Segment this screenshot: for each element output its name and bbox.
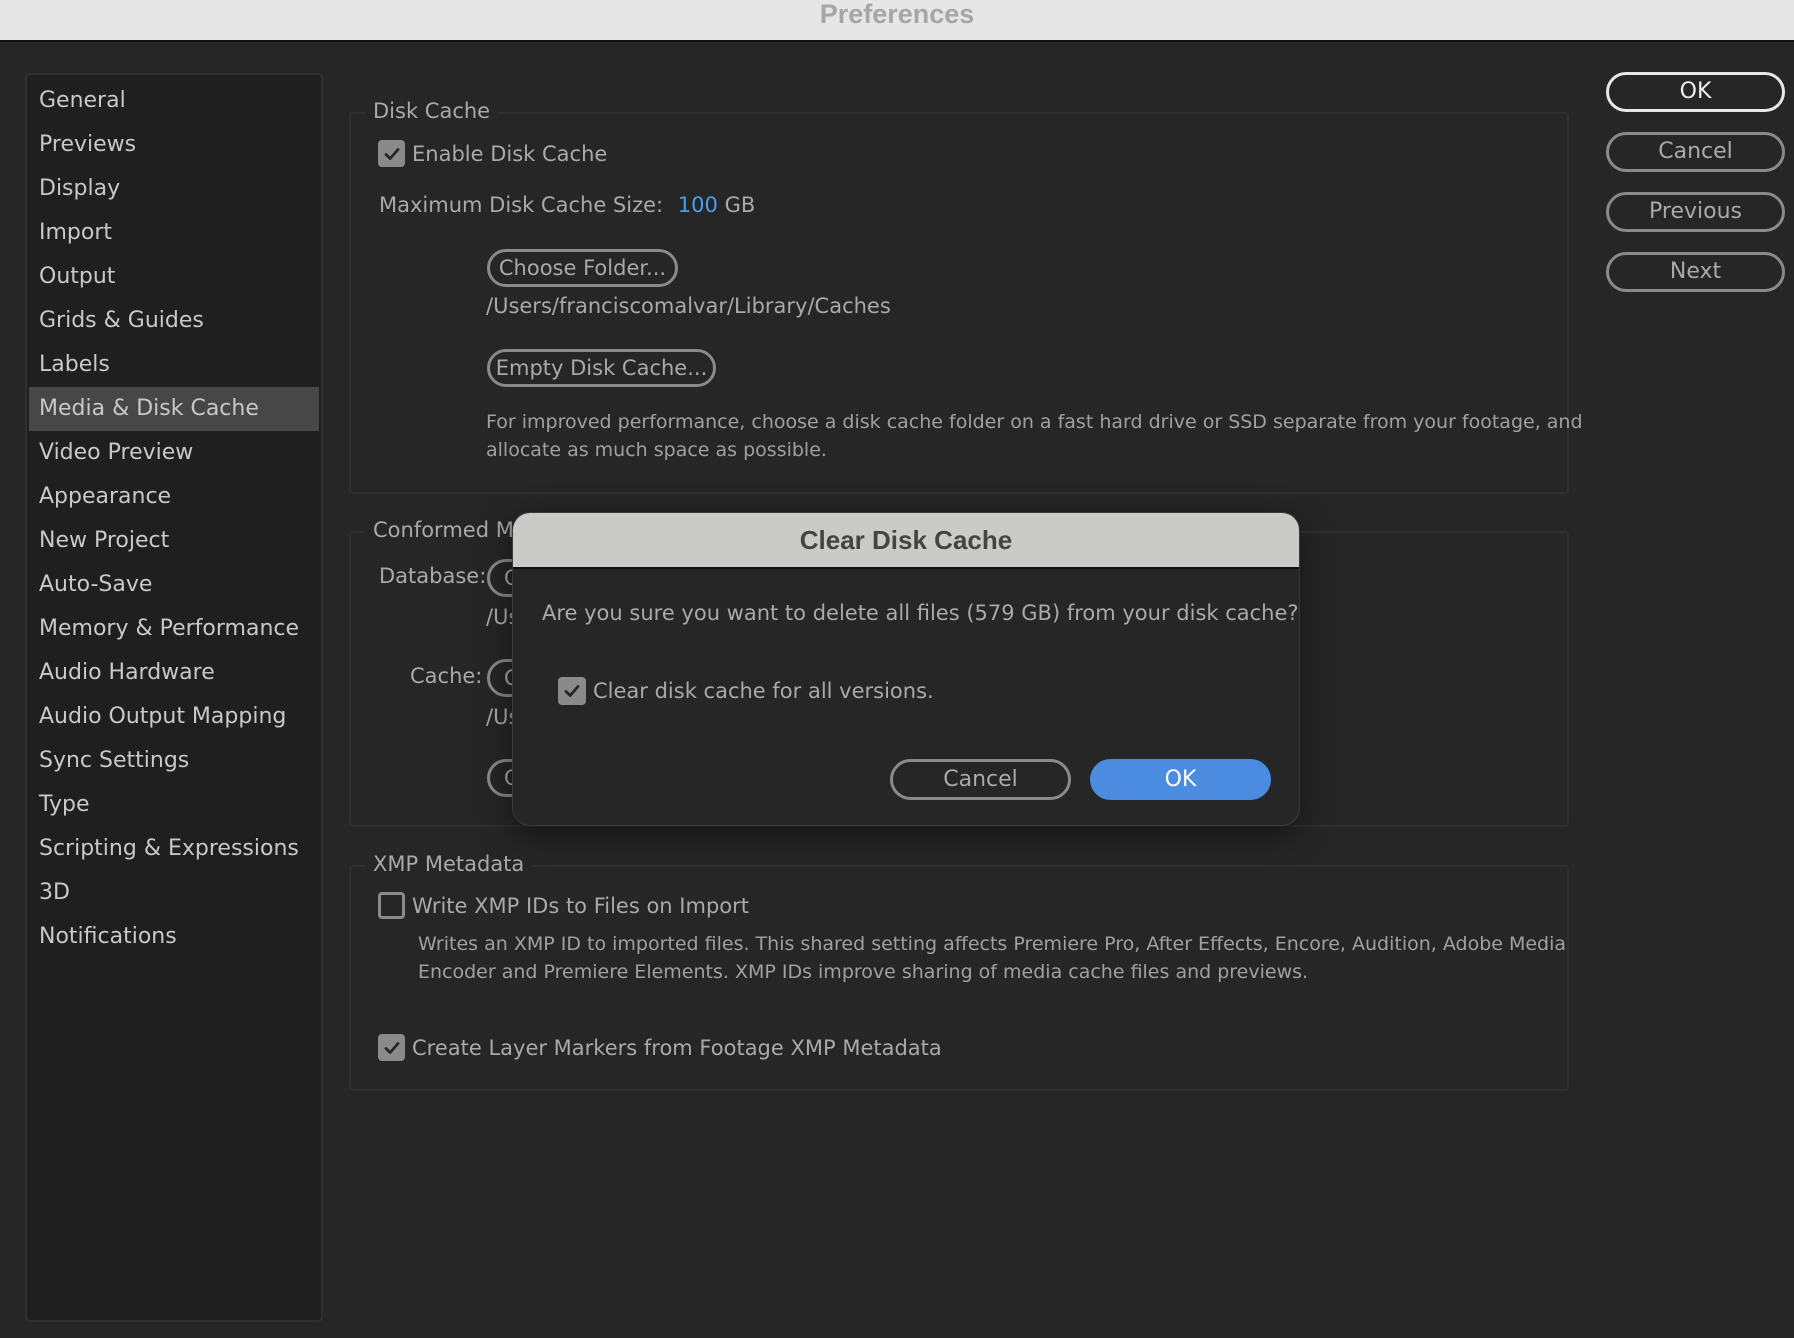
- sidebar-item-media-disk-cache[interactable]: Media & Disk Cache: [29, 387, 319, 431]
- sidebar-item-notifications[interactable]: Notifications: [29, 915, 319, 959]
- max-disk-cache-size-row: Maximum Disk Cache Size: 100 GB: [379, 193, 755, 217]
- dialog-message: Are you sure you want to delete all file…: [542, 601, 1299, 625]
- sidebar-item-type[interactable]: Type: [29, 783, 319, 827]
- create-layer-markers-label: Create Layer Markers from Footage XMP Me…: [412, 1035, 942, 1060]
- next-button[interactable]: Next: [1606, 252, 1785, 292]
- sidebar-item-import[interactable]: Import: [29, 211, 319, 255]
- sidebar-item-new-project[interactable]: New Project: [29, 519, 319, 563]
- preferences-sidebar: General Previews Display Import Output G…: [25, 73, 323, 1322]
- sidebar-item-labels[interactable]: Labels: [29, 343, 319, 387]
- sidebar-item-appearance[interactable]: Appearance: [29, 475, 319, 519]
- sidebar-item-video-preview[interactable]: Video Preview: [29, 431, 319, 475]
- conformed-media-legend: Conformed Me: [365, 515, 535, 545]
- window-title: Preferences: [819, 0, 975, 29]
- empty-disk-cache-button[interactable]: Empty Disk Cache...: [487, 349, 716, 387]
- enable-disk-cache-label: Enable Disk Cache: [412, 141, 608, 166]
- sidebar-item-general[interactable]: General: [29, 79, 319, 123]
- write-xmp-ids-label: Write XMP IDs to Files on Import: [412, 893, 749, 918]
- enable-disk-cache-checkbox[interactable]: Enable Disk Cache: [378, 140, 607, 167]
- sidebar-item-memory-performance[interactable]: Memory & Performance: [29, 607, 319, 651]
- disk-cache-legend: Disk Cache: [365, 96, 499, 126]
- choose-folder-button[interactable]: Choose Folder...: [487, 249, 678, 287]
- sidebar-item-display[interactable]: Display: [29, 167, 319, 211]
- checkbox-unchecked-icon: [378, 892, 405, 919]
- max-disk-cache-size-unit: GB: [724, 193, 756, 217]
- clear-all-versions-checkbox[interactable]: Clear disk cache for all versions.: [558, 677, 934, 705]
- sidebar-item-audio-hardware[interactable]: Audio Hardware: [29, 651, 319, 695]
- clear-all-versions-label: Clear disk cache for all versions.: [593, 679, 934, 703]
- sidebar-item-sync-settings[interactable]: Sync Settings: [29, 739, 319, 783]
- sidebar-item-auto-save[interactable]: Auto-Save: [29, 563, 319, 607]
- xmp-description-line-1: Writes an XMP ID to imported files. This…: [418, 933, 1567, 955]
- xmp-description-line-2: Encoder and Premiere Elements. XMP IDs i…: [418, 961, 1309, 983]
- dialog-titlebar: Clear Disk Cache: [513, 513, 1299, 569]
- write-xmp-ids-checkbox[interactable]: Write XMP IDs to Files on Import: [378, 892, 749, 919]
- sidebar-item-audio-output-mapping[interactable]: Audio Output Mapping: [29, 695, 319, 739]
- disk-cache-folder-path: /Users/franciscomalvar/Library/Caches: [486, 294, 891, 318]
- database-label: Database:: [379, 564, 487, 588]
- dialog-title: Clear Disk Cache: [799, 525, 1013, 555]
- sidebar-item-3d[interactable]: 3D: [29, 871, 319, 915]
- disk-cache-description-line-2: allocate as much space as possible.: [486, 439, 827, 461]
- max-disk-cache-size-value[interactable]: 100: [678, 193, 718, 217]
- xmp-metadata-legend: XMP Metadata: [365, 849, 533, 879]
- create-layer-markers-checkbox[interactable]: Create Layer Markers from Footage XMP Me…: [378, 1034, 942, 1061]
- cancel-button[interactable]: Cancel: [1606, 132, 1785, 172]
- disk-cache-description: For improved performance, choose a disk …: [486, 408, 1583, 464]
- sidebar-item-grids-guides[interactable]: Grids & Guides: [29, 299, 319, 343]
- max-disk-cache-size-label: Maximum Disk Cache Size:: [379, 193, 664, 217]
- sidebar-item-scripting-expressions[interactable]: Scripting & Expressions: [29, 827, 319, 871]
- clear-disk-cache-dialog: Clear Disk Cache Are you sure you want t…: [512, 512, 1300, 826]
- checkbox-checked-icon: [558, 677, 586, 705]
- sidebar-item-previews[interactable]: Previews: [29, 123, 319, 167]
- xmp-description: Writes an XMP ID to imported files. This…: [418, 930, 1566, 986]
- sidebar-item-output[interactable]: Output: [29, 255, 319, 299]
- previous-button[interactable]: Previous: [1606, 192, 1785, 232]
- window-titlebar: Preferences: [0, 0, 1794, 42]
- checkbox-checked-icon: [378, 140, 405, 167]
- cache-label: Cache:: [410, 664, 483, 688]
- dialog-ok-button[interactable]: OK: [1090, 759, 1271, 800]
- checkbox-checked-icon: [378, 1034, 405, 1061]
- ok-button[interactable]: OK: [1606, 72, 1785, 112]
- dialog-cancel-button[interactable]: Cancel: [890, 759, 1071, 800]
- disk-cache-description-line-1: For improved performance, choose a disk …: [486, 411, 1583, 433]
